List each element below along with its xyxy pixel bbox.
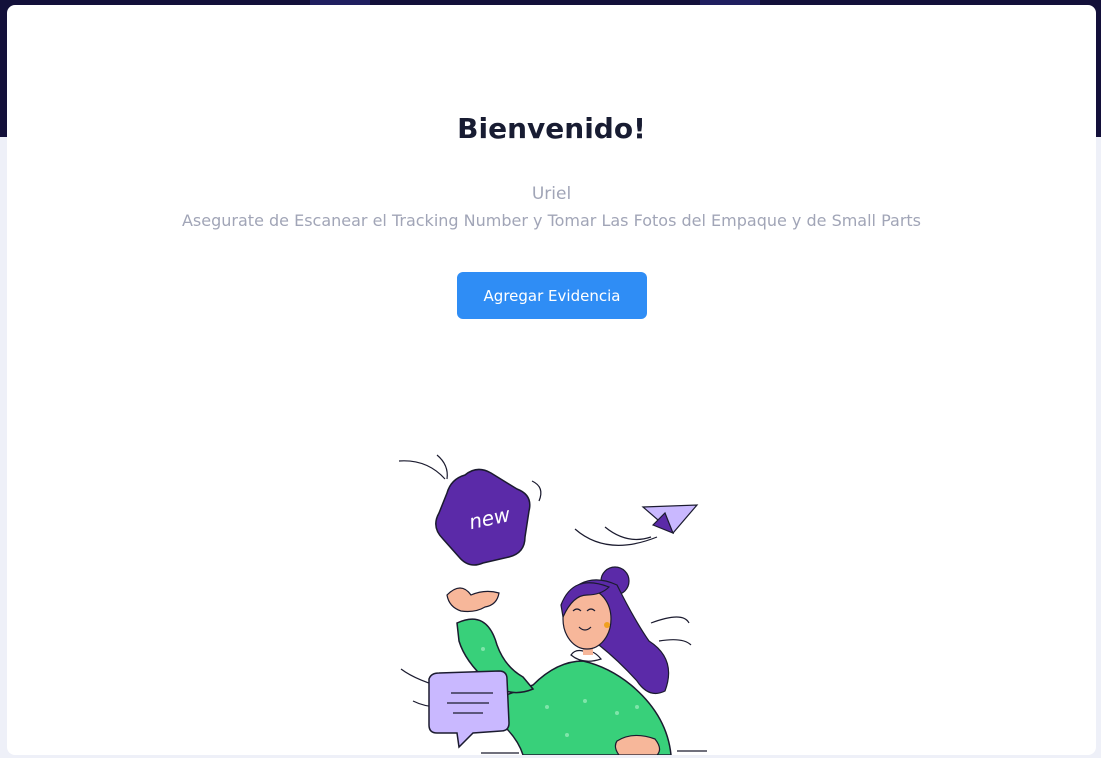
star-badge-icon: new: [435, 468, 531, 566]
user-name: Uriel: [531, 184, 572, 204]
welcome-title: Bienvenido!: [457, 112, 646, 145]
chat-bubble-icon: [428, 670, 510, 749]
add-evidence-button[interactable]: Agregar Evidencia: [457, 272, 647, 319]
welcome-card: Bienvenido! Uriel Asegurate de Escanear …: [7, 5, 1096, 755]
paper-plane-icon: [641, 504, 699, 535]
instructions-text: Asegurate de Escanear el Tracking Number…: [181, 211, 922, 230]
welcome-illustration: new: [398, 454, 707, 755]
